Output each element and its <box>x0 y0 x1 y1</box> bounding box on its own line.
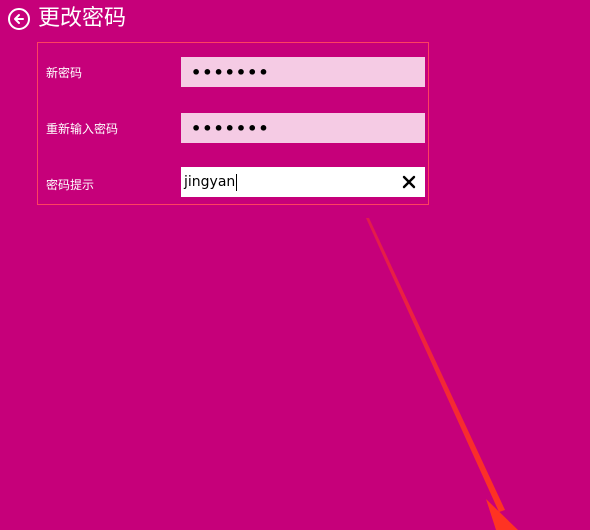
new-password-label: 新密码 <box>46 66 83 80</box>
new-password-input[interactable]: ••••••• <box>181 57 425 87</box>
text-caret <box>236 173 238 191</box>
annotation-arrow-head <box>486 499 518 530</box>
back-button[interactable] <box>8 8 30 30</box>
confirm-password-input[interactable]: ••••••• <box>181 113 425 143</box>
change-password-screen: 更改密码 新密码 ••••••• 重新输入密码 ••••••• 密码提示 jin… <box>0 0 590 530</box>
password-hint-input[interactable]: jingyan <box>181 167 425 197</box>
confirm-password-label: 重新输入密码 <box>46 122 119 136</box>
password-hint-label: 密码提示 <box>46 178 95 192</box>
back-arrow-icon <box>14 14 24 24</box>
annotation-arrow-line <box>366 218 505 512</box>
confirm-password-masked-value: ••••••• <box>191 118 270 138</box>
page-title: 更改密码 <box>38 6 127 31</box>
clear-x-icon <box>402 175 416 189</box>
header: 更改密码 <box>8 4 126 34</box>
password-form: 新密码 ••••••• 重新输入密码 ••••••• 密码提示 jingyan <box>37 42 429 205</box>
clear-button[interactable] <box>401 174 417 190</box>
new-password-masked-value: ••••••• <box>191 62 270 82</box>
password-hint-value: jingyan <box>184 174 236 190</box>
